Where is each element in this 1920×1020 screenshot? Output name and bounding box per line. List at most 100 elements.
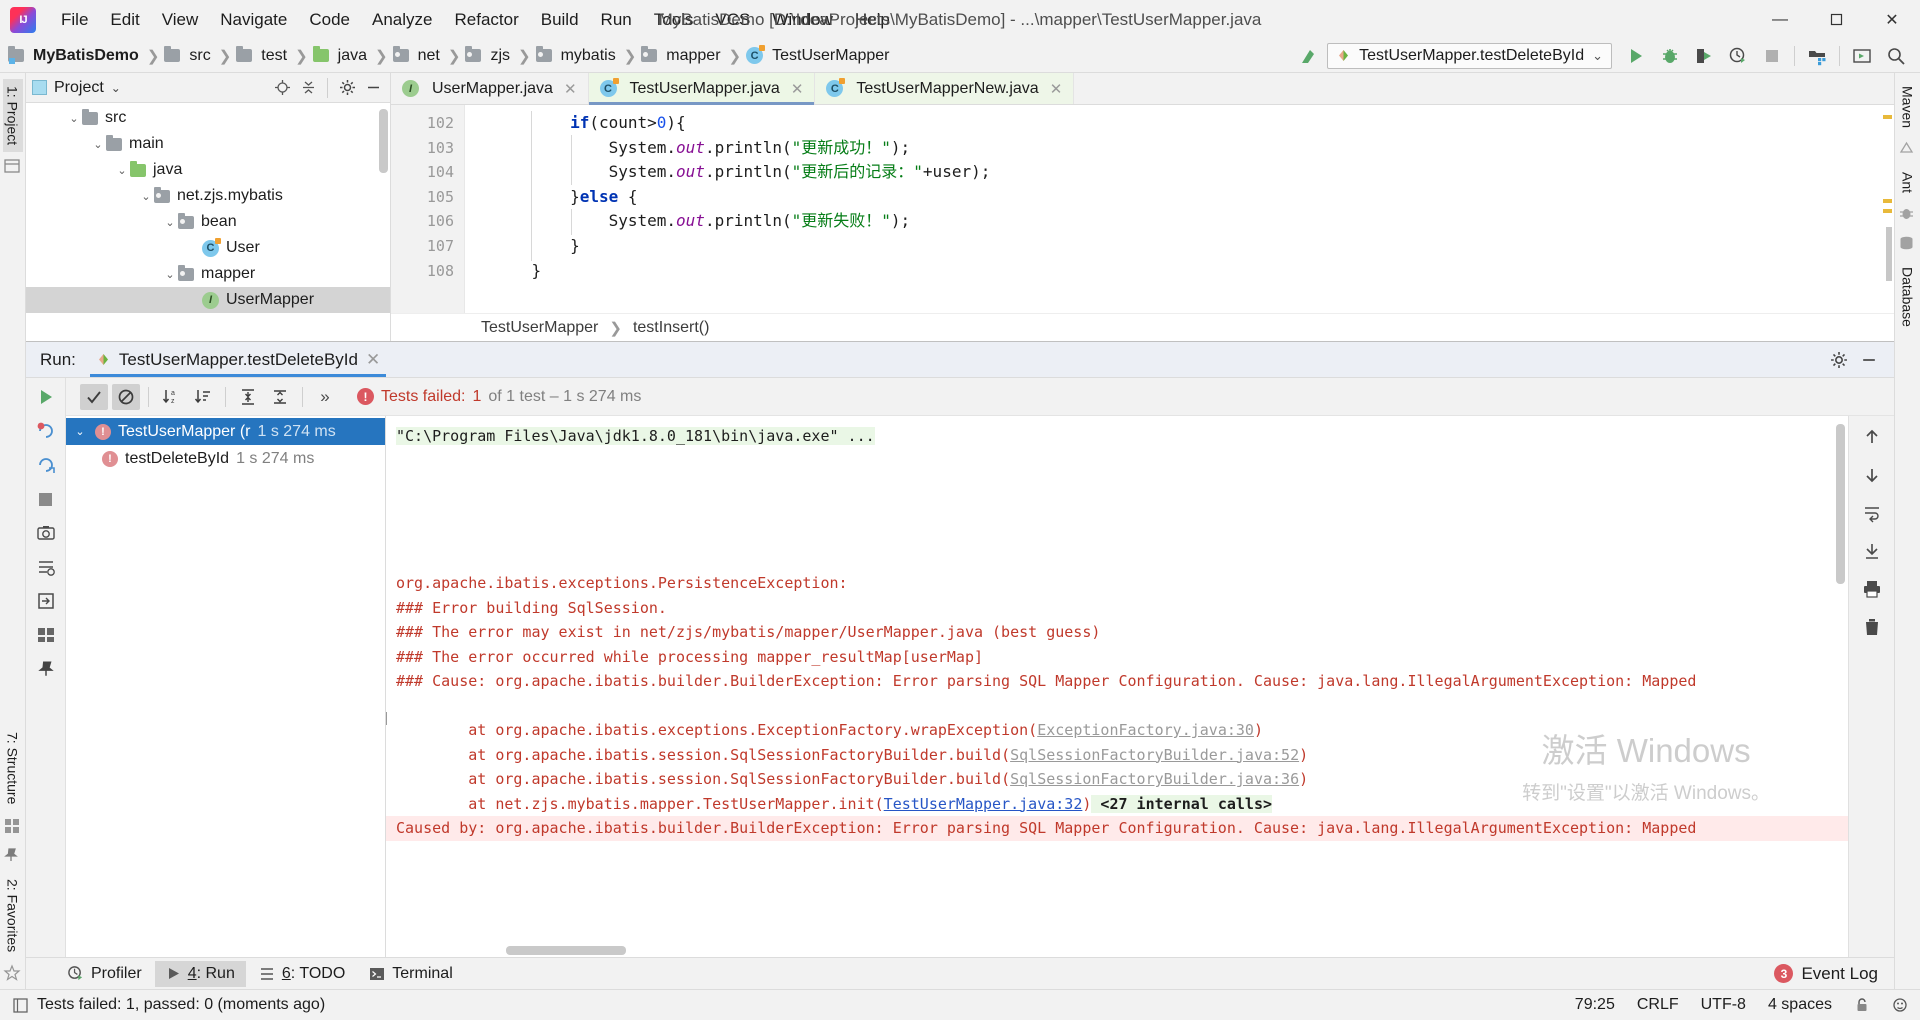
run-button[interactable] xyxy=(1620,42,1652,70)
console-output[interactable]: "C:\Program Files\Java\jdk1.8.0_181\bin\… xyxy=(386,416,1848,957)
layout-button[interactable] xyxy=(33,622,59,648)
stacktrace-link[interactable]: ExceptionFactory.java:30 xyxy=(1037,721,1254,739)
fold-expand-icon[interactable]: + xyxy=(386,712,387,725)
show-passed-toggle[interactable] xyxy=(80,383,108,410)
sidebar-item-project[interactable]: 1: Project xyxy=(2,79,23,153)
breadcrumb-item-mybatis[interactable]: mybatis xyxy=(535,45,619,67)
chevron-down-icon[interactable]: ⌄ xyxy=(162,266,178,282)
sidebar-item-maven[interactable]: Maven xyxy=(1898,79,1918,135)
chevron-down-icon[interactable]: ⌄ xyxy=(162,214,178,230)
bottom-tab-run[interactable]: 4: Run xyxy=(154,960,246,987)
test-results-tree[interactable]: ⌄ ! TestUserMapper (r 1 s 274 ms ! testD… xyxy=(66,416,386,957)
hide-icon[interactable] xyxy=(362,77,384,99)
menu-item-edit[interactable]: Edit xyxy=(99,5,150,35)
run-configuration-selector[interactable]: TestUserMapper.testDeleteById ⌄ xyxy=(1327,42,1612,69)
console-vertical-scrollbar[interactable] xyxy=(1836,424,1845,584)
tree-node-java[interactable]: ⌄ java xyxy=(26,157,390,183)
tree-node-src[interactable]: ⌄ src xyxy=(26,105,390,131)
chevron-down-icon[interactable]: ⌄ xyxy=(72,424,88,440)
tree-node-mapper[interactable]: ⌄ mapper xyxy=(26,261,390,287)
breadcrumb-class[interactable]: TestUserMapper xyxy=(481,319,598,337)
debug-button[interactable] xyxy=(1654,42,1686,70)
editor-scrollbar-thumb[interactable] xyxy=(1886,227,1892,281)
project-tree-scrollbar[interactable] xyxy=(379,109,388,173)
menu-item-view[interactable]: View xyxy=(151,5,210,35)
chevron-down-icon[interactable]: ⌄ xyxy=(1592,48,1603,64)
profiler-button[interactable] xyxy=(1722,42,1754,70)
breadcrumb-item-mybatisdemo[interactable]: MyBatisDemo xyxy=(8,45,142,67)
menu-item-refactor[interactable]: Refactor xyxy=(443,5,529,35)
test-node-testdeletebyid[interactable]: ! testDeleteById 1 s 274 ms xyxy=(66,445,385,472)
stacktrace-link[interactable]: SqlSessionFactoryBuilder.java:36 xyxy=(1010,770,1299,788)
collapse-all-icon[interactable] xyxy=(297,77,319,99)
trash-icon[interactable] xyxy=(1859,614,1885,640)
chevron-down-icon[interactable]: ⌄ xyxy=(114,162,130,178)
hide-icon[interactable] xyxy=(1858,349,1880,371)
sidebar-item-structure[interactable]: 7: Structure xyxy=(3,725,23,811)
rerun-button[interactable] xyxy=(33,384,59,410)
favorites-icon[interactable] xyxy=(2,964,23,984)
breadcrumb-item-mapper[interactable]: mapper xyxy=(641,45,723,67)
tree-node-usermapper[interactable]: I UserMapper xyxy=(26,287,390,313)
bottom-tab-profiler[interactable]: Profiler xyxy=(56,961,153,987)
test-node-testusermapper[interactable]: ⌄ ! TestUserMapper (r 1 s 274 ms xyxy=(66,418,385,445)
caret-position[interactable]: 79:25 xyxy=(1575,996,1615,1014)
breadcrumb-item-zjs[interactable]: zjs xyxy=(465,45,513,67)
settings-icon[interactable] xyxy=(336,77,358,99)
toggle-auto-test-button[interactable] xyxy=(33,452,59,478)
tab-testusermapper-java[interactable]: C TestUserMapper.java ✕ xyxy=(588,73,816,105)
breadcrumb-item-src[interactable]: src xyxy=(164,45,213,67)
file-encoding[interactable]: UTF-8 xyxy=(1701,996,1746,1014)
close-icon[interactable]: ✕ xyxy=(366,350,380,370)
event-log-label[interactable]: Event Log xyxy=(1801,964,1878,984)
menu-item-vcs[interactable]: VCS xyxy=(704,5,761,35)
stop-button[interactable] xyxy=(33,486,59,512)
menu-item-navigate[interactable]: Navigate xyxy=(209,5,298,35)
inspection-icon[interactable] xyxy=(1892,997,1908,1013)
menu-item-file[interactable]: File xyxy=(50,5,99,35)
gear-icon[interactable] xyxy=(1828,349,1850,371)
collapse-all-button[interactable] xyxy=(266,384,294,410)
error-stripe[interactable] xyxy=(1881,105,1894,313)
line-separator[interactable]: CRLF xyxy=(1637,996,1679,1014)
structure-rail-icon[interactable] xyxy=(3,157,23,177)
menu-item-code[interactable]: Code xyxy=(298,5,361,35)
internal-calls-fold[interactable]: <27 internal calls> xyxy=(1100,794,1273,813)
chevron-down-icon[interactable]: ⌄ xyxy=(111,81,121,95)
stripe-warning-marker[interactable] xyxy=(1883,199,1892,203)
rerun-failed-tests-button[interactable] xyxy=(33,418,59,444)
select-opened-file-button[interactable] xyxy=(1846,42,1878,70)
close-icon[interactable]: ✕ xyxy=(791,80,804,98)
editor-gutter[interactable]: 102 103 104 105 106 107 108 xyxy=(391,105,465,313)
bottom-tab-todo[interactable]: 6: TODO xyxy=(248,961,356,987)
pin-icon[interactable] xyxy=(3,847,23,867)
chevron-down-icon[interactable]: ⌄ xyxy=(66,110,82,126)
scroll-to-end-icon[interactable] xyxy=(1859,538,1885,564)
search-everywhere-button[interactable] xyxy=(1880,42,1912,70)
export-test-results-button[interactable] xyxy=(33,520,59,546)
event-log-area[interactable]: 3 Event Log xyxy=(1774,964,1894,984)
breadcrumb-item-testusermapper[interactable]: C TestUserMapper xyxy=(746,45,892,67)
editor-body[interactable]: 102 103 104 105 106 107 108 if(count>0){… xyxy=(391,105,1894,313)
breadcrumb-method[interactable]: testInsert() xyxy=(633,319,709,337)
up-arrow-icon[interactable] xyxy=(1859,424,1885,450)
chevron-down-icon[interactable]: ⌄ xyxy=(138,188,154,204)
structure-icon[interactable] xyxy=(3,817,23,837)
sidebar-item-favorites[interactable]: 2: Favorites xyxy=(3,872,23,959)
project-structure-button[interactable] xyxy=(1801,42,1833,70)
menu-item-build[interactable]: Build xyxy=(530,5,590,35)
make-project-button[interactable] xyxy=(1293,42,1325,70)
menu-item-tools[interactable]: Tools xyxy=(643,5,705,35)
close-icon[interactable]: ✕ xyxy=(564,80,577,98)
down-arrow-icon[interactable] xyxy=(1859,462,1885,488)
soft-wrap-icon[interactable] xyxy=(1859,500,1885,526)
close-button[interactable]: ✕ xyxy=(1864,0,1920,39)
lock-icon[interactable] xyxy=(1854,997,1870,1013)
tab-usermapper-java[interactable]: I UserMapper.java ✕ xyxy=(391,73,589,104)
indent-setting[interactable]: 4 spaces xyxy=(1768,996,1832,1014)
sidebar-item-ant[interactable]: Ant xyxy=(1898,165,1918,200)
expand-all-button[interactable] xyxy=(234,384,262,410)
print-icon[interactable] xyxy=(1859,576,1885,602)
tree-node-main[interactable]: ⌄ main xyxy=(26,131,390,157)
open-button[interactable] xyxy=(33,588,59,614)
